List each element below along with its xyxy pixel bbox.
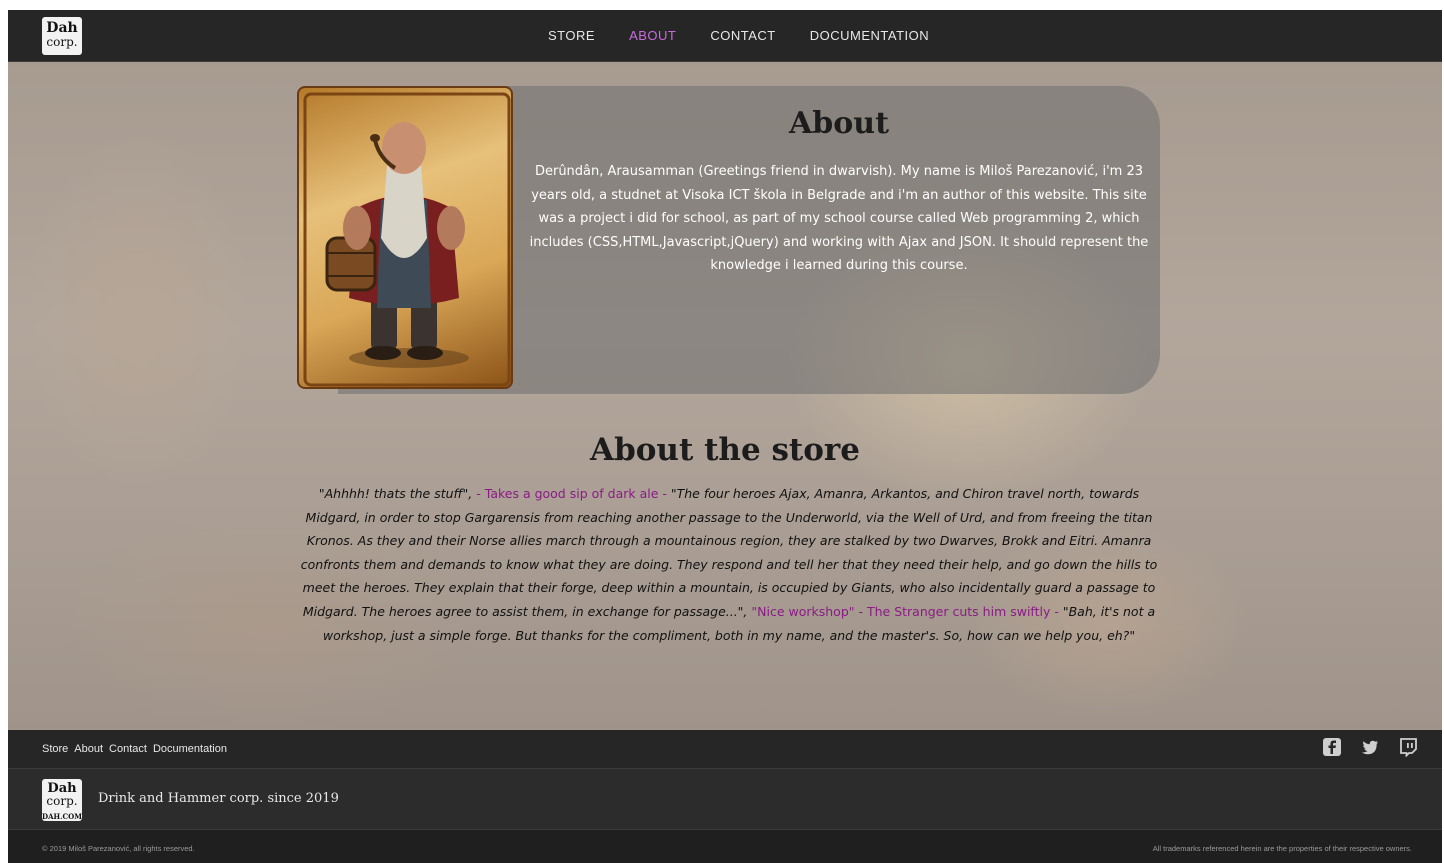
footer-link-documentation[interactable]: Documentation: [153, 743, 227, 755]
footer-logo[interactable]: Dah corp. DAH.COM: [42, 779, 82, 821]
footer-brand: Dah corp. DAH.COM Drink and Hammer corp.…: [8, 768, 1442, 830]
copyright-text: © 2019 Miloš Parezanović, all rights res…: [42, 844, 195, 853]
legal-bar: © 2019 Miloš Parezanović, all rights res…: [8, 830, 1442, 863]
logo-line1: Dah: [46, 20, 78, 36]
store-quote-1: "Ahhhh! thats the stuff",: [318, 486, 473, 501]
logo-line2: corp.: [46, 35, 78, 49]
nav-store[interactable]: STORE: [548, 28, 595, 43]
nav-about[interactable]: ABOUT: [629, 28, 676, 43]
trademark-text: All trademarks referenced herein are the…: [1152, 844, 1412, 853]
store-text: "Ahhhh! thats the stuff", - Takes a good…: [298, 482, 1160, 647]
twitch-icon[interactable]: [1398, 737, 1418, 758]
about-text: Derûndân, Arausamman (Greetings friend i…: [529, 164, 1149, 273]
footer-tagline: Drink and Hammer corp. since 2019: [98, 791, 339, 806]
hero-background: About Derûndân, Arausamman (Greetings fr…: [8, 62, 1442, 730]
footer-link-contact[interactable]: Contact: [109, 743, 147, 755]
footer-logo-line3: DAH.COM: [42, 812, 82, 821]
social-links: [1322, 737, 1418, 758]
store-quote-2: "The four heroes Ajax, Amanra, Arkantos,…: [300, 486, 1158, 619]
footer-logo-line2: corp.: [46, 794, 78, 808]
footer-navbar: Store About Contact Documentation: [8, 730, 1442, 768]
store-title: About the store: [590, 432, 860, 468]
nav-contact[interactable]: CONTACT: [710, 28, 775, 43]
about-title: About: [789, 106, 889, 141]
main-nav: STORE ABOUT CONTACT DOCUMENTATION: [548, 28, 929, 43]
page-frame: Dah corp. STORE ABOUT CONTACT DOCUMENTAT…: [8, 10, 1442, 863]
dwarf-illustration: [303, 92, 511, 387]
store-action-1: - Takes a good sip of dark ale -: [476, 486, 667, 501]
footer-link-store[interactable]: Store: [42, 743, 68, 755]
twitter-icon[interactable]: [1360, 737, 1380, 757]
dwarf-portrait: [297, 86, 513, 389]
footer-link-about[interactable]: About: [74, 743, 103, 755]
footer-links: Store About Contact Documentation: [42, 743, 227, 755]
facebook-icon[interactable]: [1322, 737, 1342, 757]
top-navbar: Dah corp. STORE ABOUT CONTACT DOCUMENTAT…: [8, 10, 1442, 62]
store-action-2: "Nice workshop" - The Stranger cuts him …: [751, 603, 1059, 619]
nav-documentation[interactable]: DOCUMENTATION: [810, 28, 929, 43]
header-logo[interactable]: Dah corp.: [42, 17, 82, 55]
